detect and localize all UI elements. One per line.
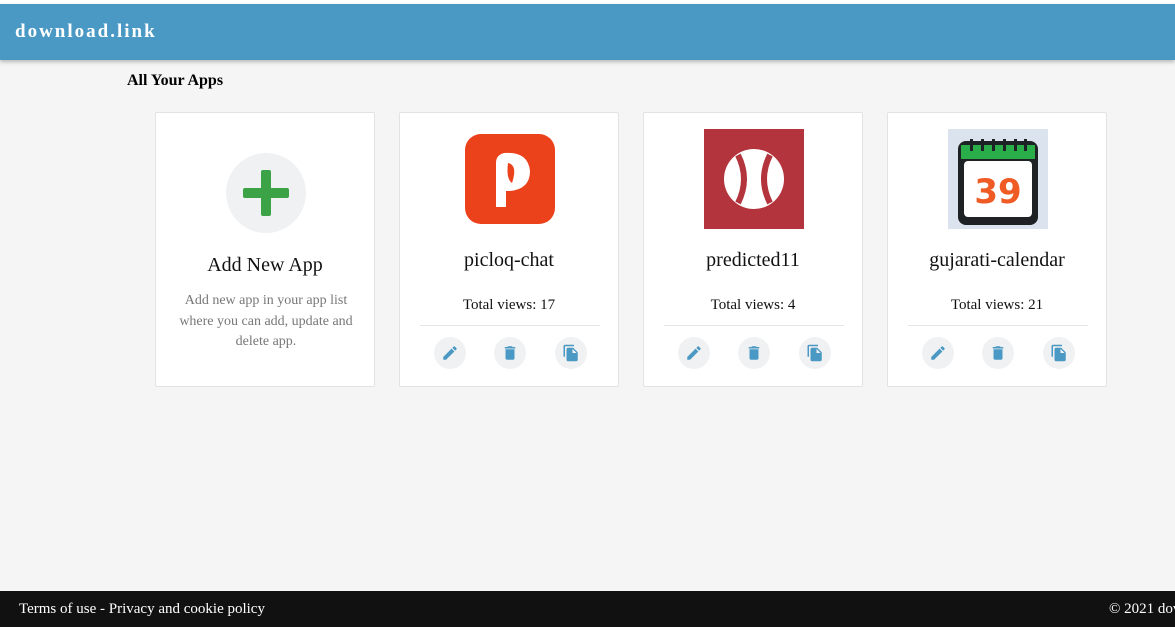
calendar-icon[interactable]: 39 — [948, 129, 1048, 229]
add-new-app-card[interactable]: Add New App Add new app in your app list… — [155, 112, 375, 387]
privacy-link[interactable]: Privacy and cookie policy — [109, 601, 265, 617]
copy-button[interactable] — [1043, 337, 1075, 369]
add-app-description: Add new app in your app list where you c… — [179, 293, 353, 349]
divider — [664, 325, 844, 326]
edit-button[interactable] — [922, 337, 954, 369]
app-views: Total views: 21 — [950, 297, 1044, 313]
copyright-text: © 2021 dov — [1109, 601, 1175, 617]
app-card: picloq-chat Total views: 17 — [399, 112, 619, 387]
pencil-icon — [443, 346, 457, 360]
pencil-icon — [687, 346, 701, 360]
app-views: Total views: 17 — [462, 297, 556, 313]
app-name[interactable]: predicted11 — [644, 249, 862, 272]
edit-button[interactable] — [434, 337, 466, 369]
app-name[interactable]: gujarati-calendar — [888, 249, 1106, 272]
picloq-logo-icon[interactable] — [460, 129, 560, 229]
divider — [420, 325, 600, 326]
terms-link[interactable]: Terms of use — [19, 601, 96, 617]
app-card: 39 gujarati-calendar Total views: 21 — [887, 112, 1107, 387]
trash-icon — [748, 346, 760, 360]
pencil-icon — [931, 346, 945, 360]
divider — [908, 325, 1088, 326]
brand-logo[interactable]: download.link — [15, 21, 157, 43]
copy-icon — [1051, 344, 1066, 362]
trash-icon — [504, 346, 516, 360]
edit-button[interactable] — [678, 337, 710, 369]
copy-icon — [563, 344, 578, 362]
trash-icon — [992, 346, 1004, 360]
delete-button[interactable] — [738, 337, 770, 369]
delete-button[interactable] — [494, 337, 526, 369]
footer-links: Terms of use - Privacy and cookie policy — [19, 601, 265, 618]
svg-text:39: 39 — [974, 172, 1021, 212]
app-views: Total views: 4 — [710, 297, 796, 313]
add-app-title: Add New App — [207, 254, 323, 276]
app-name[interactable]: picloq-chat — [400, 249, 618, 272]
plus-icon[interactable] — [226, 153, 306, 233]
copy-icon — [807, 344, 822, 362]
footer-separator: - — [100, 601, 106, 617]
copy-button[interactable] — [555, 337, 587, 369]
footer: Terms of use - Privacy and cookie policy… — [0, 591, 1175, 627]
copy-button[interactable] — [799, 337, 831, 369]
page-title: All Your Apps — [127, 72, 224, 89]
app-header: download.link — [0, 4, 1175, 60]
app-card: predicted11 Total views: 4 — [643, 112, 863, 387]
baseball-icon[interactable] — [704, 129, 804, 229]
delete-button[interactable] — [982, 337, 1014, 369]
